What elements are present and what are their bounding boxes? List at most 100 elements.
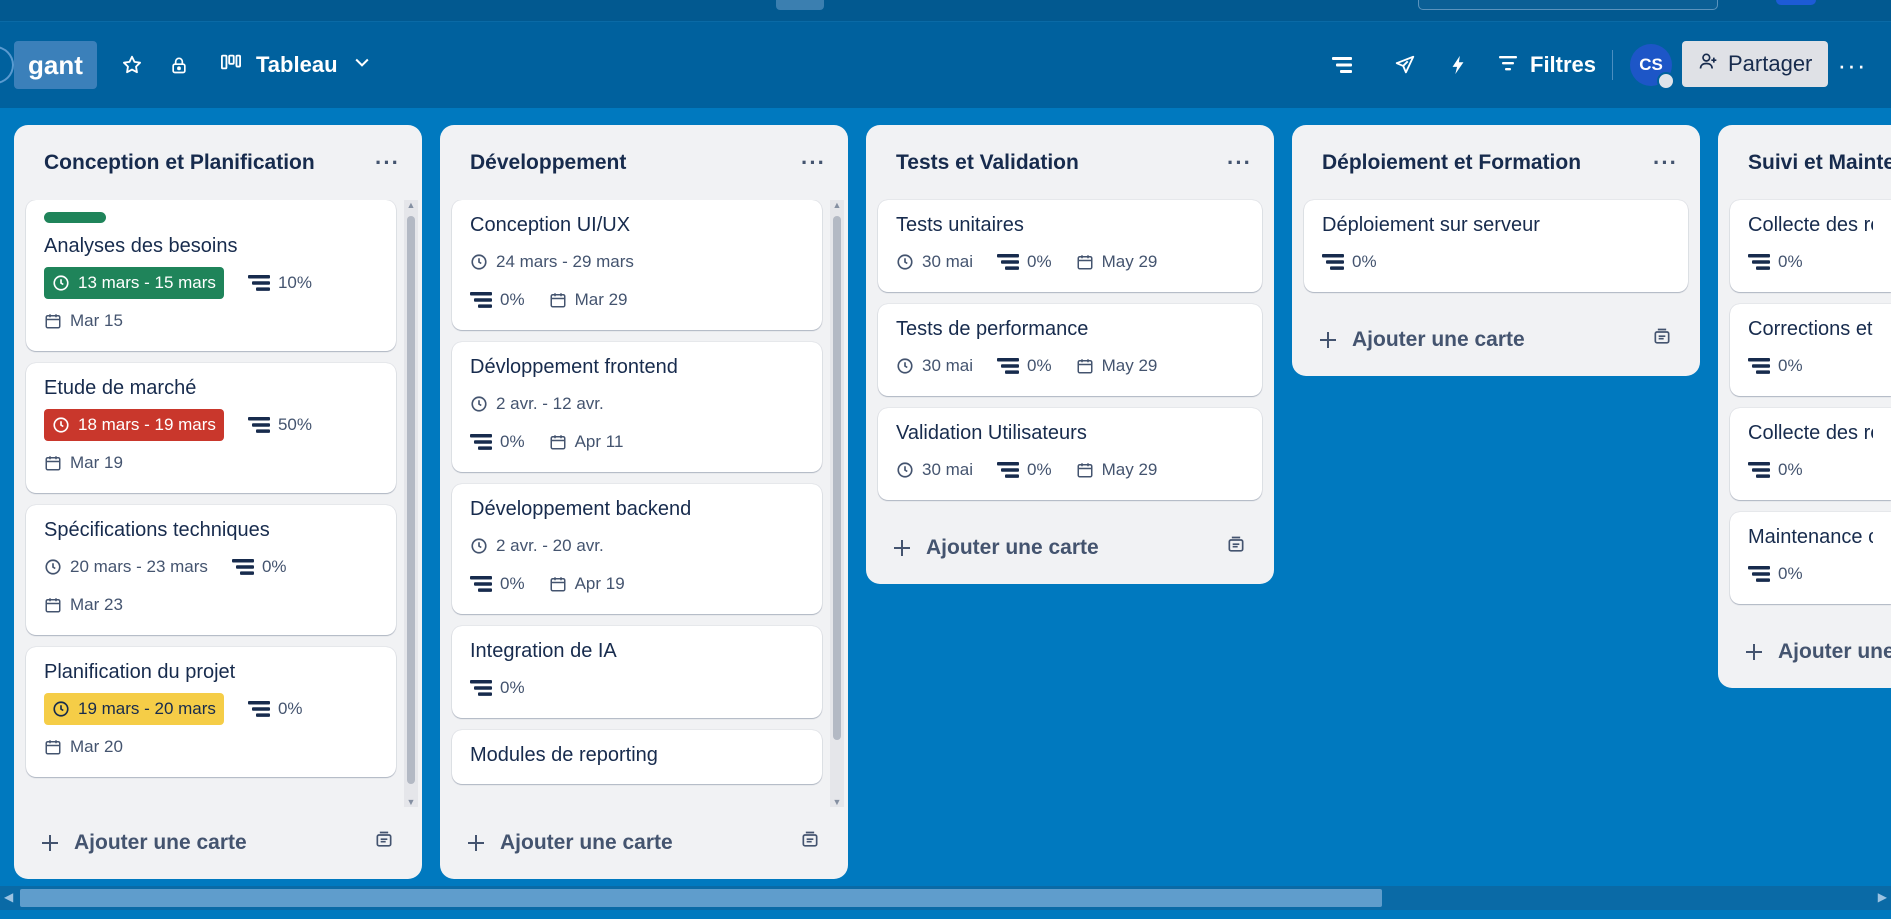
card-corrections[interactable]: Corrections et a 0% (1730, 304, 1891, 396)
list-scrollbar[interactable]: ▲ ▼ (404, 200, 418, 807)
view-switcher[interactable]: Tableau (220, 46, 372, 84)
dates-badge[interactable]: 2 avr. - 12 avr. (470, 388, 804, 420)
star-icon[interactable] (114, 47, 150, 83)
add-card-button[interactable]: Ajouter une carte (14, 807, 422, 879)
scroll-right-arrow-icon[interactable]: ▶ (1878, 890, 1887, 904)
rocket-icon[interactable] (1387, 47, 1423, 83)
card-integration-ia[interactable]: Integration de IA 0% (452, 626, 822, 718)
card-title: Planification du projet (44, 661, 236, 683)
list-menu-button[interactable]: ··· (1653, 150, 1678, 176)
card-planification-projet[interactable]: Planification du projet 19 mars - 20 mar… (26, 647, 396, 777)
add-card-button[interactable]: Ajouter une carte (1292, 304, 1700, 376)
list-menu-button[interactable]: ··· (375, 150, 400, 176)
card-title: Corrections et a (1748, 318, 1873, 340)
filter-icon (1498, 52, 1518, 78)
list-menu-button[interactable]: ··· (801, 150, 826, 176)
list-header: Déploiement et Formation ··· (1292, 125, 1700, 200)
top-bar-button[interactable] (776, 0, 824, 10)
card-analyses-besoins[interactable]: Analyses des besoins 13 mars - 15 mars 1… (26, 200, 396, 351)
dates-text: 2 avr. - 20 avr. (496, 536, 604, 555)
share-button[interactable]: Partager (1682, 41, 1829, 87)
card-label-green[interactable] (44, 212, 106, 223)
card-tests-unitaires[interactable]: Tests unitaires 30 mai 0% May 29 (878, 200, 1262, 292)
due-text: Apr 11 (574, 432, 624, 451)
scroll-down-arrow-icon[interactable]: ▼ (830, 797, 844, 807)
dates-badge[interactable]: 30 mai (896, 454, 973, 486)
list-title[interactable]: Tests et Validation (896, 151, 1079, 175)
list-menu-button[interactable]: ··· (1227, 150, 1252, 176)
card-title: Analyses des besoins (44, 235, 238, 257)
scroll-up-arrow-icon[interactable]: ▲ (830, 200, 844, 210)
board-view-icon (220, 52, 242, 78)
dates-badge[interactable]: 19 mars - 20 mars (44, 693, 224, 725)
list-title[interactable]: Suivi et Mainte (1748, 151, 1891, 175)
add-card-button[interactable]: Ajouter une (1718, 616, 1891, 688)
dates-badge[interactable]: 24 mars - 29 mars (470, 246, 804, 278)
add-card-label: Ajouter une carte (74, 831, 247, 854)
card-conception-ui-ux[interactable]: Conception UI/UX 24 mars - 29 mars 0% Ma… (452, 200, 822, 330)
template-icon[interactable] (800, 830, 820, 856)
card-etude-marche[interactable]: Etude de marché 18 mars - 19 mars 50% Ma… (26, 363, 396, 493)
dates-text: 30 mai (922, 356, 974, 375)
more-options-button[interactable]: ··· (1832, 47, 1872, 83)
dates-badge[interactable]: 20 mars - 23 mars (44, 551, 208, 583)
horizontal-scrollbar-thumb[interactable] (20, 889, 1382, 907)
header-divider (1612, 50, 1613, 80)
dates-badge[interactable]: 18 mars - 19 mars (44, 409, 224, 441)
filters-button[interactable]: Filtres (1498, 46, 1596, 84)
template-icon[interactable] (1226, 535, 1246, 561)
add-card-button[interactable]: Ajouter une carte (440, 807, 848, 879)
progress-badge: 0% (231, 551, 287, 583)
progress-text: 0% (500, 574, 525, 593)
progress-text: 0% (1778, 252, 1803, 271)
card-collecte-retours[interactable]: Collecte des ret 0% (1730, 200, 1891, 292)
card-developpement-backend[interactable]: Développement backend 2 avr. - 20 avr. 0… (452, 484, 822, 614)
list-title[interactable]: Déploiement et Formation (1322, 151, 1581, 175)
template-icon[interactable] (374, 830, 394, 856)
board-title[interactable]: gant (14, 41, 97, 89)
scroll-up-arrow-icon[interactable]: ▲ (404, 200, 418, 210)
board-horizontal-scrollbar[interactable]: ◀ ▶ (0, 886, 1891, 910)
list-scrollbar[interactable]: ▲ ▼ (830, 200, 844, 807)
progress-text: 0% (1027, 356, 1052, 375)
card-title: Dévloppement frontend (470, 356, 678, 378)
chevron-down-icon (352, 52, 372, 78)
list-deploiement-formation: Déploiement et Formation ··· Déploiement… (1292, 125, 1700, 376)
scroll-down-arrow-icon[interactable]: ▼ (404, 797, 418, 807)
card-maintenance[interactable]: Maintenance co 0% (1730, 512, 1891, 604)
add-card-button[interactable]: Ajouter une carte (866, 512, 1274, 584)
card-deploiement-serveur[interactable]: Déploiement sur serveur 0% (1304, 200, 1688, 292)
list-title[interactable]: Conception et Planification (44, 151, 315, 175)
template-icon[interactable] (1652, 327, 1672, 353)
due-badge: May 29 (1076, 350, 1157, 382)
due-text: Mar 20 (70, 737, 123, 756)
lock-icon[interactable] (161, 47, 197, 83)
dates-badge[interactable]: 13 mars - 15 mars (44, 267, 224, 299)
card-specifications-techniques[interactable]: Spécifications techniques 20 mars - 23 m… (26, 505, 396, 635)
card-title: Collecte des ret (1748, 422, 1873, 444)
due-badge: Mar 20 (44, 731, 123, 763)
progress-text: 50% (277, 415, 312, 434)
card-developpement-frontend[interactable]: Dévloppement frontend 2 avr. - 12 avr. 0… (452, 342, 822, 472)
card-validation-utilisateurs[interactable]: Validation Utilisateurs 30 mai 0% May 29 (878, 408, 1262, 500)
scroll-left-arrow-icon[interactable]: ◀ (4, 890, 13, 904)
card-title: Spécifications techniques (44, 519, 270, 541)
progress-badge: 0% (470, 568, 525, 600)
app-top-bar (0, 0, 1891, 22)
dates-badge[interactable]: 2 avr. - 20 avr. (470, 530, 804, 562)
sidebar-toggle[interactable] (0, 46, 14, 84)
dates-text: 13 mars - 15 mars (78, 273, 216, 292)
scrollbar-thumb[interactable] (407, 216, 415, 784)
card-collecte-retours-2[interactable]: Collecte des ret 0% (1730, 408, 1891, 500)
lightning-icon[interactable] (1440, 47, 1476, 83)
search-input[interactable] (1418, 0, 1718, 10)
dates-badge[interactable]: 30 mai (896, 246, 973, 278)
account-avatar[interactable] (1776, 0, 1816, 5)
card-modules-reporting[interactable]: Modules de reporting (452, 730, 822, 784)
card-tests-performance[interactable]: Tests de performance 30 mai 0% May 29 (878, 304, 1262, 396)
list-title[interactable]: Développement (470, 151, 626, 175)
dates-badge[interactable]: 30 mai (896, 350, 973, 382)
automation-icon[interactable] (1324, 47, 1360, 83)
due-badge: May 29 (1076, 454, 1157, 486)
scrollbar-thumb[interactable] (833, 216, 841, 740)
